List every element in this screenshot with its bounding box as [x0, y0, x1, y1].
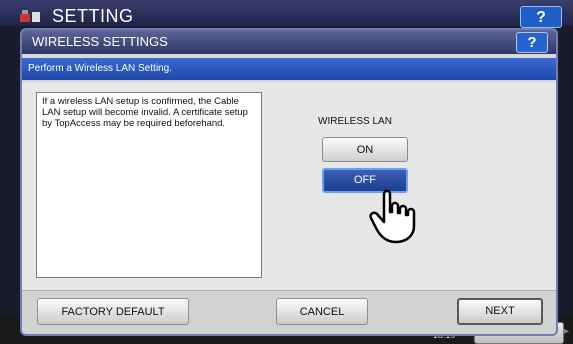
factory-default-button[interactable]: FACTORY DEFAULT	[37, 298, 189, 325]
wireless-settings-dialog: WIRELESS SETTINGS ? Perform a Wireless L…	[20, 28, 558, 336]
dialog-footer: FACTORY DEFAULT CANCEL NEXT	[22, 290, 556, 334]
dialog-subtitle: Perform a Wireless LAN Setting.	[22, 58, 556, 80]
logo-icon	[20, 10, 40, 22]
dialog-help-button[interactable]: ?	[516, 32, 548, 53]
arrow-right-icon: ▸	[564, 326, 570, 337]
dialog-content: If a wireless LAN setup is confirmed, th…	[22, 82, 556, 290]
next-button[interactable]: NEXT	[457, 298, 543, 325]
dialog-title: WIRELESS SETTINGS	[22, 30, 556, 54]
wireless-lan-label: WIRELESS LAN	[318, 116, 392, 127]
background-help-button[interactable]: ?	[520, 6, 562, 28]
hand-pointer-icon	[369, 189, 416, 244]
cancel-button[interactable]: CANCEL	[276, 298, 368, 325]
wireless-lan-on-button[interactable]: ON	[322, 137, 408, 162]
info-message: If a wireless LAN setup is confirmed, th…	[36, 92, 262, 278]
background-page-title: SETTING	[52, 6, 134, 26]
